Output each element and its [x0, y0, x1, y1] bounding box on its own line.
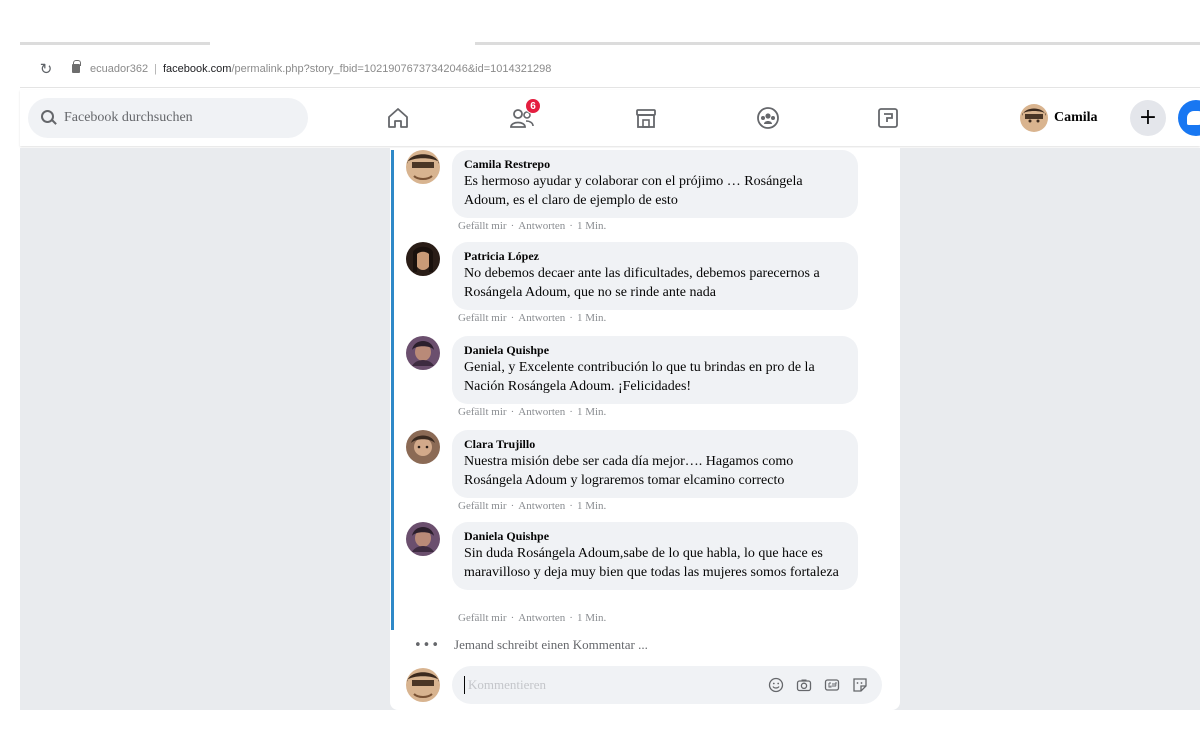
groups-icon [757, 107, 779, 129]
tab-strip-edge [475, 42, 1200, 45]
comment-author[interactable]: Patricia López [464, 248, 846, 264]
reply-link[interactable]: Antworten [518, 220, 565, 232]
comment-author[interactable]: Clara Trujillo [464, 436, 846, 452]
comment-input[interactable] [468, 677, 758, 693]
avatar[interactable] [406, 336, 440, 370]
separator-dot: · [510, 312, 515, 324]
camera-icon[interactable] [794, 675, 814, 695]
profile-name: Camila [1054, 110, 1098, 125]
avatar[interactable] [406, 242, 440, 276]
reply-link[interactable]: Antworten [518, 312, 565, 324]
separator-dot: · [510, 406, 515, 418]
avatar[interactable] [406, 522, 440, 556]
comment-actions: Gefällt mir · Antworten · 1 Min. [458, 612, 606, 624]
comment-time[interactable]: 1 Min. [577, 220, 606, 232]
comment-author[interactable]: Daniela Quishpe [464, 528, 846, 544]
nav-home-button[interactable] [380, 100, 416, 136]
comment-bubble: Patricia López No debemos decaer ante la… [452, 242, 858, 310]
comment-actions: Gefällt mir · Antworten · 1 Min. [458, 220, 606, 232]
messenger-icon[interactable] [1178, 100, 1200, 136]
post-card [390, 148, 900, 710]
avatar[interactable] [406, 430, 440, 464]
separator-dot: · [569, 612, 573, 624]
comment-composer [406, 666, 886, 704]
comment-field[interactable] [452, 666, 882, 704]
comment-text: Sin duda Rosángela Adoum,sabe de lo que … [464, 546, 839, 580]
profile-shortcut[interactable]: Camila [1020, 104, 1098, 132]
active-tab-edge [20, 42, 210, 45]
gif-icon[interactable] [822, 675, 842, 695]
comment-time[interactable]: 1 Min. [577, 406, 606, 418]
comment-text: No debemos decaer ante las dificultades,… [464, 266, 820, 300]
url-user: ecuador362 [90, 62, 149, 75]
separator-dot: · [510, 220, 515, 232]
avatar [1020, 104, 1048, 132]
nav-gaming-button[interactable] [870, 100, 906, 136]
search-box[interactable] [28, 98, 308, 138]
facebook-top-nav: 6 Camila + [20, 90, 1200, 146]
separator-dot: · [510, 612, 515, 624]
comment-actions: Gefällt mir · Antworten · 1 Min. [458, 500, 606, 512]
nav-friends-button[interactable]: 6 [504, 98, 541, 136]
like-link[interactable]: Gefällt mir [458, 312, 507, 324]
typing-dots-icon: ••• [414, 637, 441, 653]
reply-link[interactable]: Antworten [518, 500, 565, 512]
separator-dot: · [569, 500, 573, 512]
avatar[interactable] [406, 668, 440, 702]
like-link[interactable]: Gefällt mir [458, 500, 507, 512]
tab-strip [20, 42, 1200, 46]
comment-bubble: Camila Restrepo Es hermoso ayudar y cola… [452, 150, 858, 218]
comment-time[interactable]: 1 Min. [577, 312, 606, 324]
emoji-icon[interactable] [766, 675, 786, 695]
composer-tools [766, 675, 870, 695]
gaming-icon [878, 108, 898, 128]
comment-author[interactable]: Daniela Quishpe [464, 342, 846, 358]
typing-label: Jemand schreibt einen Kommentar ... [454, 637, 648, 652]
reply-link[interactable]: Antworten [518, 612, 565, 624]
url-path: /permalink.php?story_fbid=10219076737342… [231, 62, 552, 75]
reload-icon[interactable]: ↻ [34, 60, 58, 78]
avatar[interactable] [406, 150, 440, 184]
lock-icon[interactable] [72, 60, 81, 73]
sticker-icon[interactable] [850, 675, 870, 695]
comment-time[interactable]: 1 Min. [577, 612, 606, 624]
text-caret [464, 676, 465, 694]
reply-link[interactable]: Antworten [518, 406, 565, 418]
search-icon [38, 107, 60, 129]
marketplace-icon [636, 109, 656, 128]
search-input[interactable] [64, 110, 284, 126]
friends-badge: 6 [525, 98, 541, 114]
separator-dot: · [569, 406, 573, 418]
separator-dot: · [569, 312, 573, 324]
comment-text: Es hermoso ayudar y colaborar con el pró… [464, 174, 803, 208]
like-link[interactable]: Gefällt mir [458, 220, 507, 232]
comment-text: Genial, y Excelente contribución lo que … [464, 360, 815, 394]
separator-dot: · [510, 500, 515, 512]
comment-actions: Gefällt mir · Antworten · 1 Min. [458, 312, 606, 324]
typing-indicator: ••• Jemand schreibt einen Kommentar ... [414, 637, 648, 653]
comment-bubble: Daniela Quishpe Genial, y Excelente cont… [452, 336, 858, 404]
comment-time[interactable]: 1 Min. [577, 500, 606, 512]
home-icon [388, 108, 408, 128]
comment-bubble: Clara Trujillo Nuestra misión debe ser c… [452, 430, 858, 498]
like-link[interactable]: Gefällt mir [458, 406, 507, 418]
comment-text: Nuestra misión debe ser cada día mejor….… [464, 454, 794, 488]
comment-author[interactable]: Camila Restrepo [464, 156, 846, 172]
url-domain: facebook.com [162, 62, 232, 75]
create-button[interactable]: + [1130, 100, 1166, 136]
comment-thread-line [391, 150, 394, 630]
comment-actions: Gefällt mir · Antworten · 1 Min. [458, 406, 606, 418]
separator-dot: · [569, 220, 573, 232]
nav-groups-button[interactable] [750, 100, 786, 136]
comment-bubble: Daniela Quishpe Sin duda Rosángela Adoum… [452, 522, 858, 590]
url-text[interactable]: ecuador362 | facebook.com/permalink.php?st… [90, 63, 551, 75]
nav-marketplace-button[interactable] [628, 100, 664, 136]
address-bar[interactable]: ↻ ecuador362 | facebook.com/permalink.php?… [20, 50, 1200, 88]
url-separator: | [154, 62, 157, 75]
like-link[interactable]: Gefällt mir [458, 612, 507, 624]
